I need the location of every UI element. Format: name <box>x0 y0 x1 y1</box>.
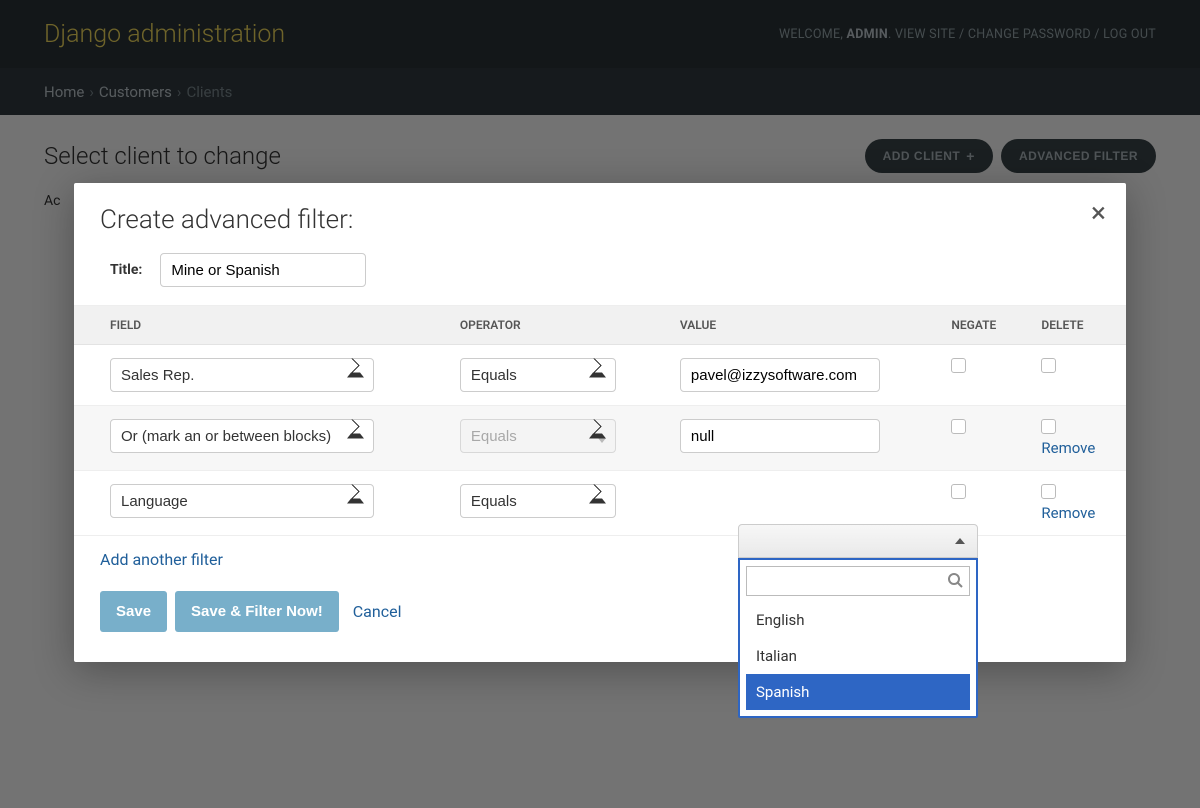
filter-title-input[interactable] <box>160 253 366 287</box>
combobox-panel: English Italian Spanish <box>738 558 978 718</box>
col-negate: NEGATE <box>935 306 1025 345</box>
operator-select-wrap: Equals <box>460 484 616 518</box>
combobox-option[interactable]: Italian <box>746 638 970 674</box>
filter-row: Sales Rep. Equals <box>74 345 1126 406</box>
field-select[interactable]: Or (mark an or between blocks) <box>110 419 374 453</box>
combobox-option[interactable]: Spanish <box>746 674 970 710</box>
close-icon[interactable]: × <box>1091 199 1106 227</box>
value-input[interactable] <box>680 419 880 453</box>
field-select[interactable]: Sales Rep. <box>110 358 374 392</box>
remove-link[interactable]: Remove <box>1041 504 1095 522</box>
operator-select[interactable]: Equals <box>460 358 616 392</box>
operator-select: Equals <box>460 419 616 453</box>
title-row: Title: <box>74 253 1126 306</box>
combobox-search-input[interactable] <box>746 566 970 596</box>
negate-checkbox[interactable] <box>951 419 966 434</box>
col-value: VALUE <box>664 306 936 345</box>
field-select-wrap: Or (mark an or between blocks) <box>110 419 374 453</box>
col-field: FIELD <box>74 306 444 345</box>
combobox-option[interactable]: English <box>746 602 970 638</box>
col-operator: OPERATOR <box>444 306 664 345</box>
modal-title: Create advanced filter: <box>74 205 1126 253</box>
col-delete: DELETE <box>1025 306 1126 345</box>
title-label: Title: <box>110 262 142 278</box>
operator-select[interactable]: Equals <box>460 484 616 518</box>
search-icon <box>947 572 963 588</box>
value-combobox: English Italian Spanish <box>738 524 978 718</box>
combobox-search <box>746 566 970 596</box>
filter-table: FIELD OPERATOR VALUE NEGATE DELETE Sales… <box>74 306 1126 536</box>
operator-select-wrap: Equals <box>460 419 616 453</box>
value-input[interactable] <box>680 358 880 392</box>
negate-checkbox[interactable] <box>951 484 966 499</box>
delete-checkbox[interactable] <box>1041 419 1056 434</box>
save-button[interactable]: Save <box>100 591 167 632</box>
remove-link[interactable]: Remove <box>1041 439 1095 457</box>
delete-checkbox[interactable] <box>1041 358 1056 373</box>
cancel-link[interactable]: Cancel <box>353 602 402 621</box>
negate-checkbox[interactable] <box>951 358 966 373</box>
delete-checkbox[interactable] <box>1041 484 1056 499</box>
field-select-wrap: Sales Rep. <box>110 358 374 392</box>
field-select[interactable]: Language <box>110 484 374 518</box>
save-and-filter-button[interactable]: Save & Filter Now! <box>175 591 339 632</box>
field-select-wrap: Language <box>110 484 374 518</box>
filter-row: Or (mark an or between blocks) Equals <box>74 406 1126 471</box>
combobox-toggle[interactable] <box>738 524 978 558</box>
operator-select-wrap: Equals <box>460 358 616 392</box>
